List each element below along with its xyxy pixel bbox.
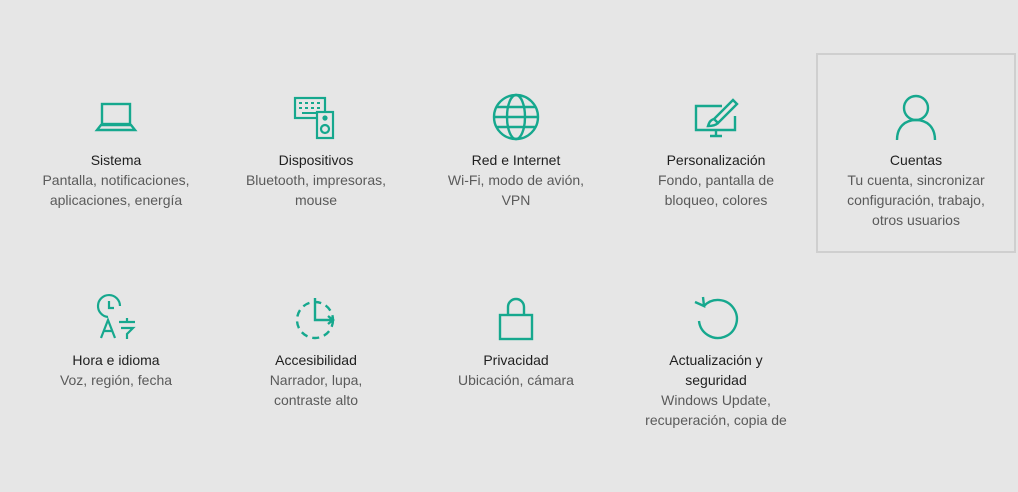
tile-description: Tu cuenta, sincronizar configuración, tra… (847, 172, 985, 228)
tile-red-internet[interactable]: Red e Internet Wi-Fi, modo de avión, VPN (416, 90, 616, 212)
tile-title: Dispositivos (278, 152, 354, 168)
tile-description: Voz, región, fecha (59, 372, 173, 388)
refresh-icon (618, 292, 814, 342)
tile-dispositivos[interactable]: Dispositivos Bluetooth, impresoras, mouse (216, 90, 416, 212)
tile-sistema[interactable]: Sistema Pantalla, notificaciones, aplicac… (16, 90, 216, 212)
tile-personalizacion[interactable]: Personalización Fondo, pantalla de bloque… (616, 90, 816, 212)
tile-title: Cuentas (889, 152, 943, 168)
tile-description: Bluetooth, impresoras, mouse (245, 172, 387, 208)
tile-accesibilidad[interactable]: Accesibilidad Narrador, lupa, contraste a… (216, 290, 416, 412)
tile-title: Privacidad (483, 352, 549, 368)
lock-icon (418, 292, 614, 342)
personalization-icon (618, 92, 814, 142)
tile-description: Ubicación, cámara (458, 372, 574, 388)
tile-title: Hora e idioma (72, 352, 160, 368)
user-icon (818, 92, 1014, 142)
tile-hora-idioma[interactable]: Hora e idioma Voz, región, fecha (16, 290, 216, 392)
tile-description: Wi-Fi, modo de avión, VPN (447, 172, 585, 208)
tile-title: Red e Internet (471, 152, 561, 168)
globe-icon (418, 92, 614, 142)
tile-privacidad[interactable]: Privacidad Ubicación, cámara (416, 290, 616, 392)
tile-description: Windows Update, recuperación, copia de (645, 392, 787, 428)
tile-description: Fondo, pantalla de bloqueo, colores (658, 172, 774, 208)
devices-icon (218, 92, 414, 142)
tile-actualizacion-seguridad[interactable]: Actualización y seguridad Windows Update… (616, 290, 816, 432)
tile-title: Personalización (666, 152, 766, 168)
tile-description: Narrador, lupa, contraste alto (269, 372, 363, 408)
laptop-icon (18, 92, 214, 142)
time-language-icon (18, 292, 214, 342)
tile-title: Accesibilidad (275, 352, 357, 368)
tile-cuentas[interactable]: Cuentas Tu cuenta, sincronizar configurac… (816, 53, 1016, 253)
tile-description: Pantalla, notificaciones, aplicaciones, e… (42, 172, 190, 208)
ease-of-access-icon (218, 292, 414, 342)
tile-title: Sistema (90, 152, 142, 168)
tile-title: Actualización y seguridad (669, 352, 763, 388)
